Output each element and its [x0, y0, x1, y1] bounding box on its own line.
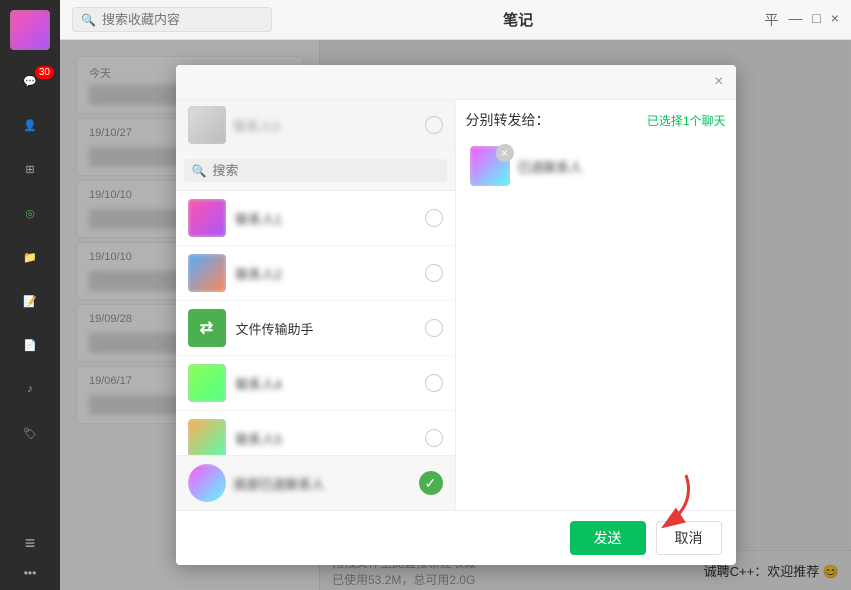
sidebar-item-chat[interactable]: 💬 30: [0, 60, 60, 104]
contact-avatar: [188, 199, 226, 237]
modal-right-count: 已选择1个聊天: [647, 112, 726, 129]
main-content: 🔍 笔记 平 — □ × 今天 来自：: [60, 0, 851, 590]
notes-icon: 📝: [19, 290, 41, 312]
sidebar-item-contacts[interactable]: 👤: [0, 104, 60, 148]
modal-search-area: 🔍: [176, 151, 455, 191]
menu-icon[interactable]: •••: [24, 566, 37, 580]
maximize-button[interactable]: □: [812, 10, 820, 30]
contact-check[interactable]: [425, 209, 443, 227]
modal-recipients-panel: 分别转发给： 已选择1个聊天 × 已选联系人: [456, 100, 736, 510]
doc-icon: 📄: [19, 334, 41, 356]
contact-item-file-transfer[interactable]: ⇄ 文件传输助手: [176, 301, 455, 356]
send-button[interactable]: 发送: [570, 521, 646, 555]
contact-item[interactable]: 联系人1: [176, 191, 455, 246]
close-button[interactable]: ×: [831, 10, 839, 30]
pin-button[interactable]: 平: [764, 10, 778, 30]
contact-name-file: 文件传输助手: [236, 319, 415, 338]
selected-bar-check[interactable]: ✓: [419, 471, 443, 495]
contact-check[interactable]: [425, 264, 443, 282]
chat-badge: 30: [35, 66, 54, 79]
modal-overlay: × 联系人0 �: [60, 40, 851, 590]
sidebar-item-plugins[interactable]: ◎: [0, 192, 60, 236]
avatar[interactable]: [10, 10, 50, 50]
contact-check-0[interactable]: [425, 116, 443, 134]
selected-bar-name: 底部已选联系人: [234, 474, 411, 493]
contact-avatar: [188, 254, 226, 292]
contact-item[interactable]: 联系人4: [176, 356, 455, 411]
page-title: 笔记: [503, 9, 533, 30]
contact-avatar-file: ⇄: [188, 309, 226, 347]
modal-body: 联系人0 🔍: [176, 100, 736, 510]
modal-search-icon: 🔍: [192, 164, 207, 178]
settings-icon[interactable]: ≡: [25, 533, 36, 554]
sidebar-item-folder[interactable]: 📁: [0, 236, 60, 280]
plugins-icon: ◎: [19, 202, 41, 224]
modal-contacts-list: 联系人1 联系人2 ⇄: [176, 191, 455, 455]
contact-name: 联系人4: [236, 374, 415, 393]
modal-selected-bar: 底部已选联系人 ✓: [176, 455, 455, 510]
modal-contacts-panel: 联系人0 🔍: [176, 100, 456, 510]
modal-right-header: 分别转发给： 已选择1个聊天: [466, 110, 726, 130]
sidebar-item-notes[interactable]: 📝: [0, 280, 60, 324]
contact-name: 联系人5: [236, 429, 415, 448]
modal-close-button[interactable]: ×: [714, 73, 723, 91]
remove-contact-button[interactable]: ×: [496, 144, 514, 162]
contact-check[interactable]: [425, 319, 443, 337]
selected-contact-name: 已选联系人: [518, 157, 722, 176]
sidebar-item-doc[interactable]: 📄: [0, 324, 60, 368]
sidebar-item-apps[interactable]: ⊞: [0, 148, 60, 192]
minimize-button[interactable]: —: [788, 10, 802, 30]
search-box: 🔍: [72, 7, 272, 32]
tag-icon: 🏷: [19, 422, 41, 444]
sidebar-item-tag[interactable]: 🏷: [0, 412, 60, 456]
contact-item[interactable]: 联系人5: [176, 411, 455, 455]
contact-check[interactable]: [425, 429, 443, 447]
contact-avatar: [188, 364, 226, 402]
contact-item[interactable]: 联系人2: [176, 246, 455, 301]
selected-contact-item: × 已选联系人: [466, 140, 726, 192]
sidebar-item-music[interactable]: ♪: [0, 368, 60, 412]
search-input[interactable]: [102, 12, 263, 27]
contact-name: 联系人2: [236, 264, 415, 283]
window-controls: 平 — □ ×: [764, 10, 839, 30]
modal-right-title: 分别转发给：: [466, 110, 550, 130]
modal-search-input[interactable]: [212, 163, 438, 178]
selected-contacts-list: × 已选联系人: [466, 140, 726, 500]
topbar: 🔍 笔记 平 — □ ×: [60, 0, 851, 40]
contacts-icon: 👤: [19, 114, 41, 136]
sidebar: 💬 30 👤 ⊞ ◎ 📁 📝 📄 ♪ 🏷 ≡ •••: [0, 0, 60, 590]
cancel-button[interactable]: 取消: [656, 521, 722, 555]
folder-icon: 📁: [19, 246, 41, 268]
search-icon: 🔍: [81, 13, 96, 27]
modal-footer: 发送 取消: [176, 510, 736, 565]
apps-icon: ⊞: [19, 158, 41, 180]
contact-check[interactable]: [425, 374, 443, 392]
modal-dialog: × 联系人0 �: [176, 65, 736, 565]
contact-avatar: [188, 419, 226, 455]
contact-name: 联系人1: [236, 209, 415, 228]
music-icon: ♪: [19, 378, 41, 400]
selected-bar-avatar: [188, 464, 226, 502]
